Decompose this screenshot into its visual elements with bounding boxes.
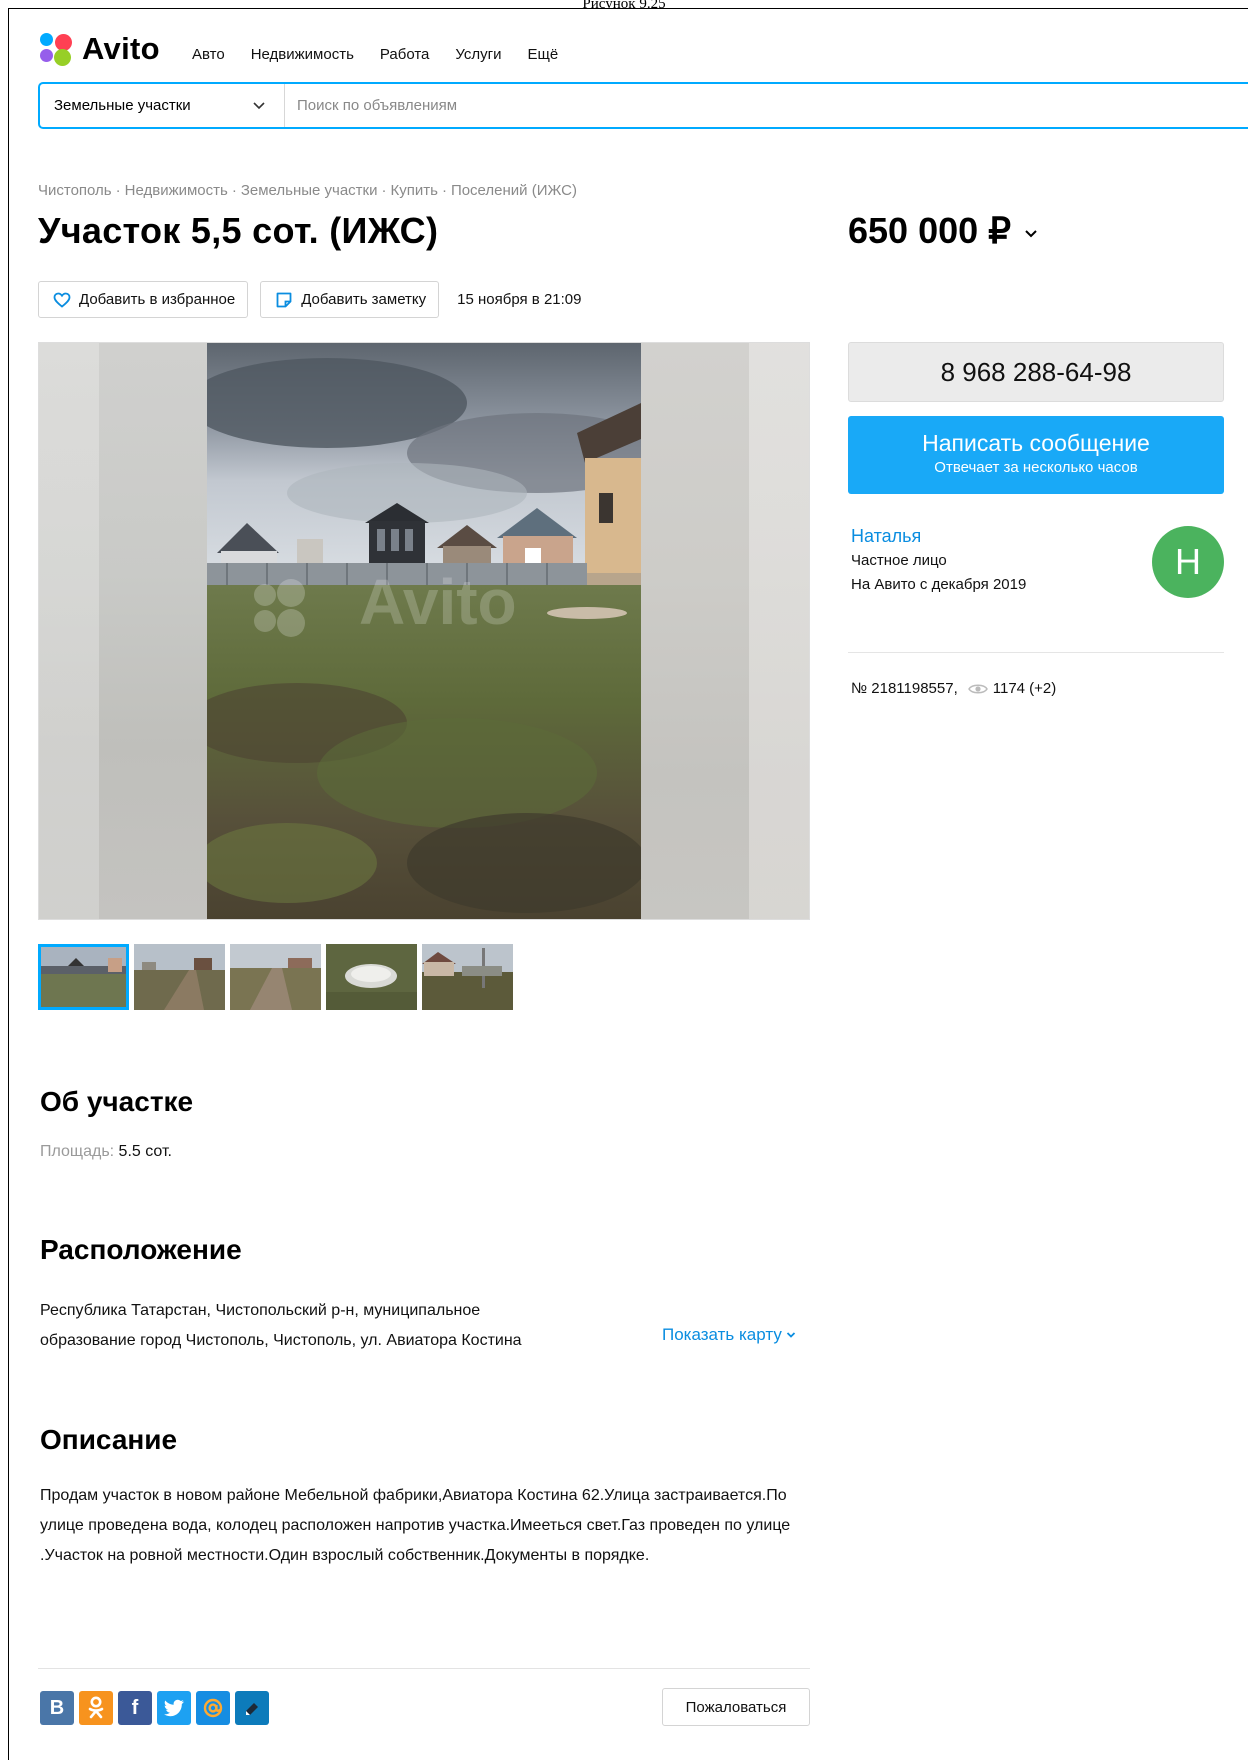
- nav-item-jobs[interactable]: Работа: [380, 46, 430, 63]
- livejournal-icon[interactable]: [235, 1691, 269, 1725]
- avatar[interactable]: Н: [1152, 526, 1224, 598]
- address-line-2: образование город Чистополь, Чистополь, …: [40, 1332, 522, 1349]
- thumbnail-3[interactable]: [230, 944, 321, 1010]
- breadcrumb-item-land[interactable]: Земельные участки: [241, 182, 378, 199]
- thumbnail-strip: [38, 944, 513, 1010]
- thumbnail-2[interactable]: [134, 944, 225, 1010]
- eye-icon: [967, 684, 988, 693]
- ad-number: № 2181198557,: [851, 680, 958, 697]
- facebook-icon-letter: f: [131, 1696, 139, 1719]
- thumbnail-1[interactable]: [38, 944, 129, 1010]
- gallery-blur-left: [39, 343, 207, 919]
- chevron-down-icon: [253, 102, 265, 110]
- area-value: 5.5 сот.: [118, 1143, 172, 1160]
- thumbnail-4[interactable]: [326, 944, 417, 1010]
- logo-text: Avito: [82, 31, 160, 66]
- add-note-button[interactable]: Добавить заметку: [260, 281, 440, 318]
- page-title: Участок 5,5 сот. (ИЖС): [38, 210, 439, 251]
- location-heading: Расположение: [40, 1234, 242, 1265]
- price-value: 650 000 ₽: [848, 210, 1012, 251]
- add-note-label: Добавить заметку: [301, 291, 427, 308]
- listing-date: 15 ноября в 21:09: [457, 291, 582, 308]
- thumbnail-5[interactable]: [422, 944, 513, 1010]
- add-to-favorites-button[interactable]: Добавить в избранное: [38, 281, 249, 318]
- avito-logo[interactable]: Avito: [38, 31, 160, 66]
- photo-gallery[interactable]: Avito: [38, 342, 810, 920]
- breadcrumb-item-city[interactable]: Чистополь: [38, 182, 112, 199]
- search-input[interactable]: [297, 97, 1097, 114]
- nav-item-services[interactable]: Услуги: [455, 46, 501, 63]
- report-button[interactable]: Пожаловаться: [662, 1688, 810, 1726]
- avatar-letter: Н: [1175, 541, 1201, 582]
- gallery-blur-right: [641, 343, 809, 919]
- response-time: Отвечает за несколько часов: [934, 459, 1138, 476]
- category-select-value: Земельные участки: [54, 97, 191, 114]
- description-text: Продам участок в новом районе Мебельной …: [40, 1487, 791, 1564]
- divider: [848, 652, 1224, 653]
- photo-watermark: Avito: [359, 566, 517, 638]
- vk-icon-letter: B: [49, 1696, 65, 1719]
- nav-item-auto[interactable]: Авто: [192, 46, 225, 63]
- note-icon: [276, 292, 292, 307]
- seller-since: На Авито с декабря 2019: [851, 576, 1027, 593]
- show-phone-button[interactable]: 8 968 288-64-98: [848, 342, 1224, 402]
- twitter-icon[interactable]: [157, 1691, 191, 1725]
- about-heading: Об участке: [40, 1086, 194, 1117]
- price[interactable]: 650 000 ₽: [848, 210, 1039, 252]
- send-message-button[interactable]: Написать сообщение Отвечает за несколько…: [848, 416, 1224, 494]
- show-map-label: Показать карту: [662, 1325, 782, 1344]
- seller-type: Частное лицо: [851, 552, 947, 569]
- address-line-1: Республика Татарстан, Чистопольский р-н,…: [40, 1302, 481, 1319]
- divider: [38, 1668, 810, 1669]
- nav-item-more[interactable]: Ещё: [528, 46, 559, 63]
- chevron-down-icon: [1025, 230, 1037, 238]
- figure-caption: Рисунок 9.25: [582, 0, 666, 8]
- seller-name-link[interactable]: Наталья: [851, 526, 921, 547]
- add-to-favorites-label: Добавить в избранное: [79, 291, 236, 308]
- area-param: Площадь: 5.5 сот.: [40, 1143, 172, 1161]
- view-count: 1174 (+2): [992, 680, 1057, 697]
- breadcrumb: Чистополь · Недвижимость · Земельные участки…: [38, 182, 577, 199]
- breadcrumb-item-buy[interactable]: Купить: [391, 182, 438, 199]
- top-nav: Авто Недвижимость Работа Услуги Ещё: [192, 46, 584, 63]
- main-photo[interactable]: Avito: [207, 343, 641, 919]
- phone-number: 8 968 288-64-98: [940, 356, 1132, 387]
- description-heading: Описание: [40, 1424, 178, 1455]
- breadcrumb-item-izhs[interactable]: Поселений (ИЖС): [451, 182, 577, 199]
- category-select[interactable]: Земельные участки: [40, 84, 285, 127]
- send-message-label: Написать сообщение: [922, 430, 1150, 456]
- report-label: Пожаловаться: [685, 1698, 787, 1716]
- share-buttons: B f: [40, 1691, 269, 1725]
- address: Республика Татарстан, Чистопольский р-н,…: [40, 1296, 640, 1356]
- nav-item-realty[interactable]: Недвижимость: [251, 46, 354, 63]
- breadcrumb-item-realty[interactable]: Недвижимость: [125, 182, 228, 199]
- facebook-icon[interactable]: f: [118, 1691, 152, 1725]
- chevron-down-icon: [786, 1332, 795, 1338]
- ad-meta: № 2181198557, 1174 (+2): [851, 680, 1056, 697]
- logo-dots-icon: [38, 32, 76, 66]
- listing-actions: Добавить в избранное Добавить заметку 15…: [38, 281, 582, 318]
- heart-icon: [53, 292, 71, 308]
- mail-icon[interactable]: [196, 1691, 230, 1725]
- area-label: Площадь:: [40, 1143, 115, 1160]
- odnoklassniki-icon[interactable]: [79, 1691, 113, 1725]
- search-bar: Земельные участки: [38, 82, 1248, 129]
- show-map-link[interactable]: Показать карту: [662, 1325, 796, 1345]
- vk-icon[interactable]: B: [40, 1691, 74, 1725]
